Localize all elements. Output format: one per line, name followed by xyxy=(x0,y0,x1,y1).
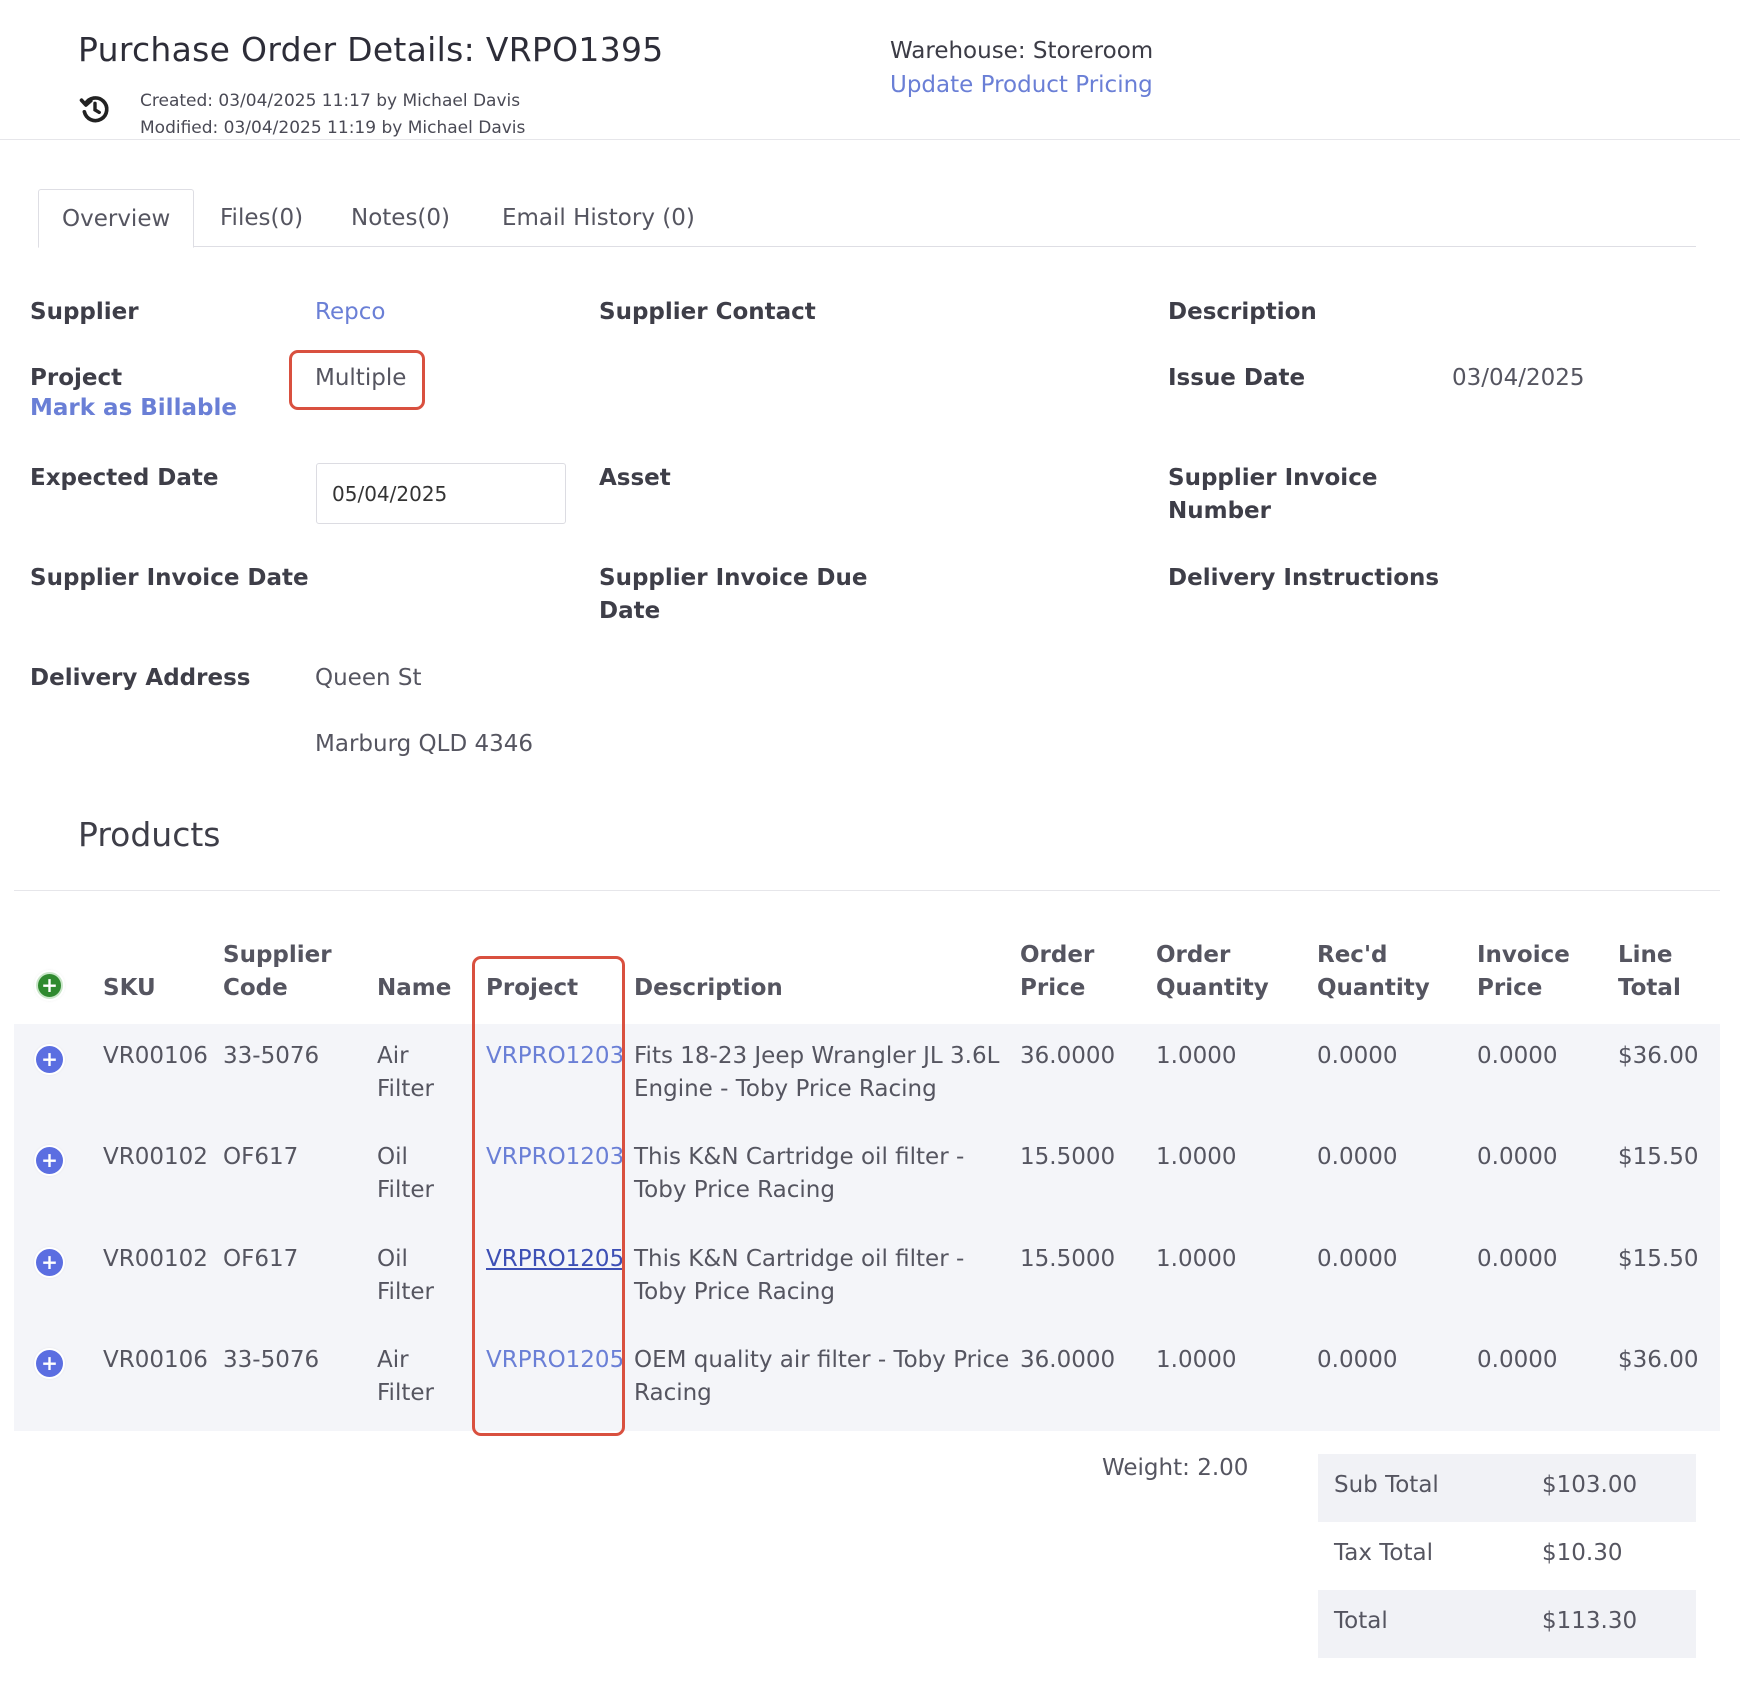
cell-recd-quantity: 0.0000 xyxy=(1317,1246,1398,1272)
history-icon[interactable] xyxy=(78,92,112,126)
cell-invoice-price: 0.0000 xyxy=(1477,1347,1558,1373)
cell-line-total: $15.50 xyxy=(1618,1144,1699,1170)
header-divider xyxy=(0,139,1740,140)
cell-recd-quantity: 0.0000 xyxy=(1317,1144,1398,1170)
tab-bar: Overview Files(0) Notes(0) Email History… xyxy=(38,189,1696,248)
asset-label: Asset xyxy=(599,465,671,491)
col-description: Description xyxy=(634,975,783,1001)
total-value: $113.30 xyxy=(1542,1608,1638,1634)
cell-order-quantity: 1.0000 xyxy=(1156,1144,1237,1170)
supplier-invoice-number-label: Supplier Invoice Number xyxy=(1168,465,1378,524)
tab-files[interactable]: Files(0) xyxy=(197,189,326,247)
cell-order-price: 36.0000 xyxy=(1020,1347,1116,1373)
cell-recd-quantity: 0.0000 xyxy=(1317,1347,1398,1373)
delivery-instructions-label: Delivery Instructions xyxy=(1168,565,1440,591)
audit-meta: Created: 03/04/2025 11:17 by Michael Dav… xyxy=(140,88,525,142)
created-info: Created: 03/04/2025 11:17 by Michael Dav… xyxy=(140,91,521,111)
cell-order-price: 36.0000 xyxy=(1020,1043,1116,1069)
col-supplier-code: Supplier Code xyxy=(223,942,332,1001)
cell-sku: VR00106 xyxy=(103,1043,208,1069)
col-line-total: Line Total xyxy=(1618,942,1681,1001)
supplier-invoice-date-label: Supplier Invoice Date xyxy=(30,565,309,591)
tab-email-history[interactable]: Email History (0) xyxy=(479,189,718,247)
cell-invoice-price: 0.0000 xyxy=(1477,1043,1558,1069)
cell-invoice-price: 0.0000 xyxy=(1477,1144,1558,1170)
cell-invoice-price: 0.0000 xyxy=(1477,1246,1558,1272)
cell-line-total: $15.50 xyxy=(1618,1246,1699,1272)
total-label: Total xyxy=(1334,1608,1388,1634)
supplier-link[interactable]: Repco xyxy=(315,296,385,329)
tax-total-row: Tax Total $10.30 xyxy=(1318,1522,1696,1590)
issue-date-value: 03/04/2025 xyxy=(1452,365,1585,391)
add-product-icon[interactable]: + xyxy=(36,972,63,999)
issue-date-label: Issue Date xyxy=(1168,365,1306,391)
col-name: Name xyxy=(377,975,452,1001)
col-invoice-price: Invoice Price xyxy=(1477,942,1570,1001)
page-title: Purchase Order Details: VRPO1395 xyxy=(78,30,664,69)
subtotal-row: Sub Total $103.00 xyxy=(1318,1454,1696,1522)
weight-label: Weight: 2.00 xyxy=(1102,1455,1249,1481)
total-row: Total $113.30 xyxy=(1318,1590,1696,1658)
cell-order-price: 15.5000 xyxy=(1020,1144,1116,1170)
mark-as-billable-link[interactable]: Mark as Billable xyxy=(30,395,237,421)
delivery-address-line1: Queen St xyxy=(315,665,422,691)
delivery-address-line2: Marburg QLD 4346 xyxy=(315,731,534,757)
expand-row-icon[interactable]: + xyxy=(36,1350,63,1377)
project-column-highlight-box xyxy=(472,956,625,1436)
tab-notes[interactable]: Notes(0) xyxy=(328,189,473,247)
cell-description: This K&N Cartridge oil filter - Toby Pric… xyxy=(634,1246,965,1305)
cell-sku: VR00102 xyxy=(103,1246,208,1272)
tab-overview[interactable]: Overview xyxy=(38,189,195,248)
expected-date-input[interactable] xyxy=(316,463,566,524)
cell-sku: VR00106 xyxy=(103,1347,208,1373)
cell-sku: VR00102 xyxy=(103,1144,208,1170)
supplier-label: Supplier xyxy=(30,299,139,325)
cell-order-price: 15.5000 xyxy=(1020,1246,1116,1272)
project-label: Project xyxy=(30,365,123,391)
expand-row-icon[interactable]: + xyxy=(36,1249,63,1276)
col-sku: SKU xyxy=(103,975,156,1001)
cell-supplier-code: OF617 xyxy=(223,1144,299,1170)
supplier-contact-label: Supplier Contact xyxy=(599,299,816,325)
cell-description: This K&N Cartridge oil filter - Toby Pric… xyxy=(634,1144,965,1203)
description-label: Description xyxy=(1168,299,1317,325)
cell-line-total: $36.00 xyxy=(1618,1043,1699,1069)
cell-supplier-code: 33-5076 xyxy=(223,1043,320,1069)
cell-name: Oil Filter xyxy=(377,1144,434,1203)
cell-order-quantity: 1.0000 xyxy=(1156,1043,1237,1069)
col-order-quantity: Order Quantity xyxy=(1156,942,1269,1001)
cell-name: Air Filter xyxy=(377,1347,434,1406)
tax-total-value: $10.30 xyxy=(1542,1540,1623,1566)
warehouse-label: Warehouse: Storeroom xyxy=(890,38,1154,64)
products-heading: Products xyxy=(78,815,221,854)
expected-date-label: Expected Date xyxy=(30,465,219,491)
col-order-price: Order Price xyxy=(1020,942,1095,1001)
cell-line-total: $36.00 xyxy=(1618,1347,1699,1373)
subtotal-value: $103.00 xyxy=(1542,1472,1638,1498)
tax-total-label: Tax Total xyxy=(1334,1540,1433,1566)
project-highlight-box xyxy=(289,350,425,410)
cell-description: OEM quality air filter - Toby Price Racin… xyxy=(634,1347,1010,1406)
delivery-address-label: Delivery Address xyxy=(30,665,251,691)
cell-name: Air Filter xyxy=(377,1043,434,1102)
products-divider xyxy=(14,890,1720,891)
update-product-pricing-link[interactable]: Update Product Pricing xyxy=(890,72,1153,98)
expand-row-icon[interactable]: + xyxy=(36,1046,63,1073)
cell-recd-quantity: 0.0000 xyxy=(1317,1043,1398,1069)
cell-name: Oil Filter xyxy=(377,1246,434,1305)
subtotal-label: Sub Total xyxy=(1334,1472,1439,1498)
cell-description: Fits 18-23 Jeep Wrangler JL 3.6L Engine -… xyxy=(634,1043,1000,1102)
cell-supplier-code: 33-5076 xyxy=(223,1347,320,1373)
expand-row-icon[interactable]: + xyxy=(36,1147,63,1174)
cell-order-quantity: 1.0000 xyxy=(1156,1347,1237,1373)
cell-order-quantity: 1.0000 xyxy=(1156,1246,1237,1272)
col-recd-quantity: Rec'd Quantity xyxy=(1317,942,1430,1001)
supplier-invoice-due-date-label: Supplier Invoice Due Date xyxy=(599,565,868,624)
modified-info: Modified: 03/04/2025 11:19 by Michael Da… xyxy=(140,118,526,138)
cell-supplier-code: OF617 xyxy=(223,1246,299,1272)
